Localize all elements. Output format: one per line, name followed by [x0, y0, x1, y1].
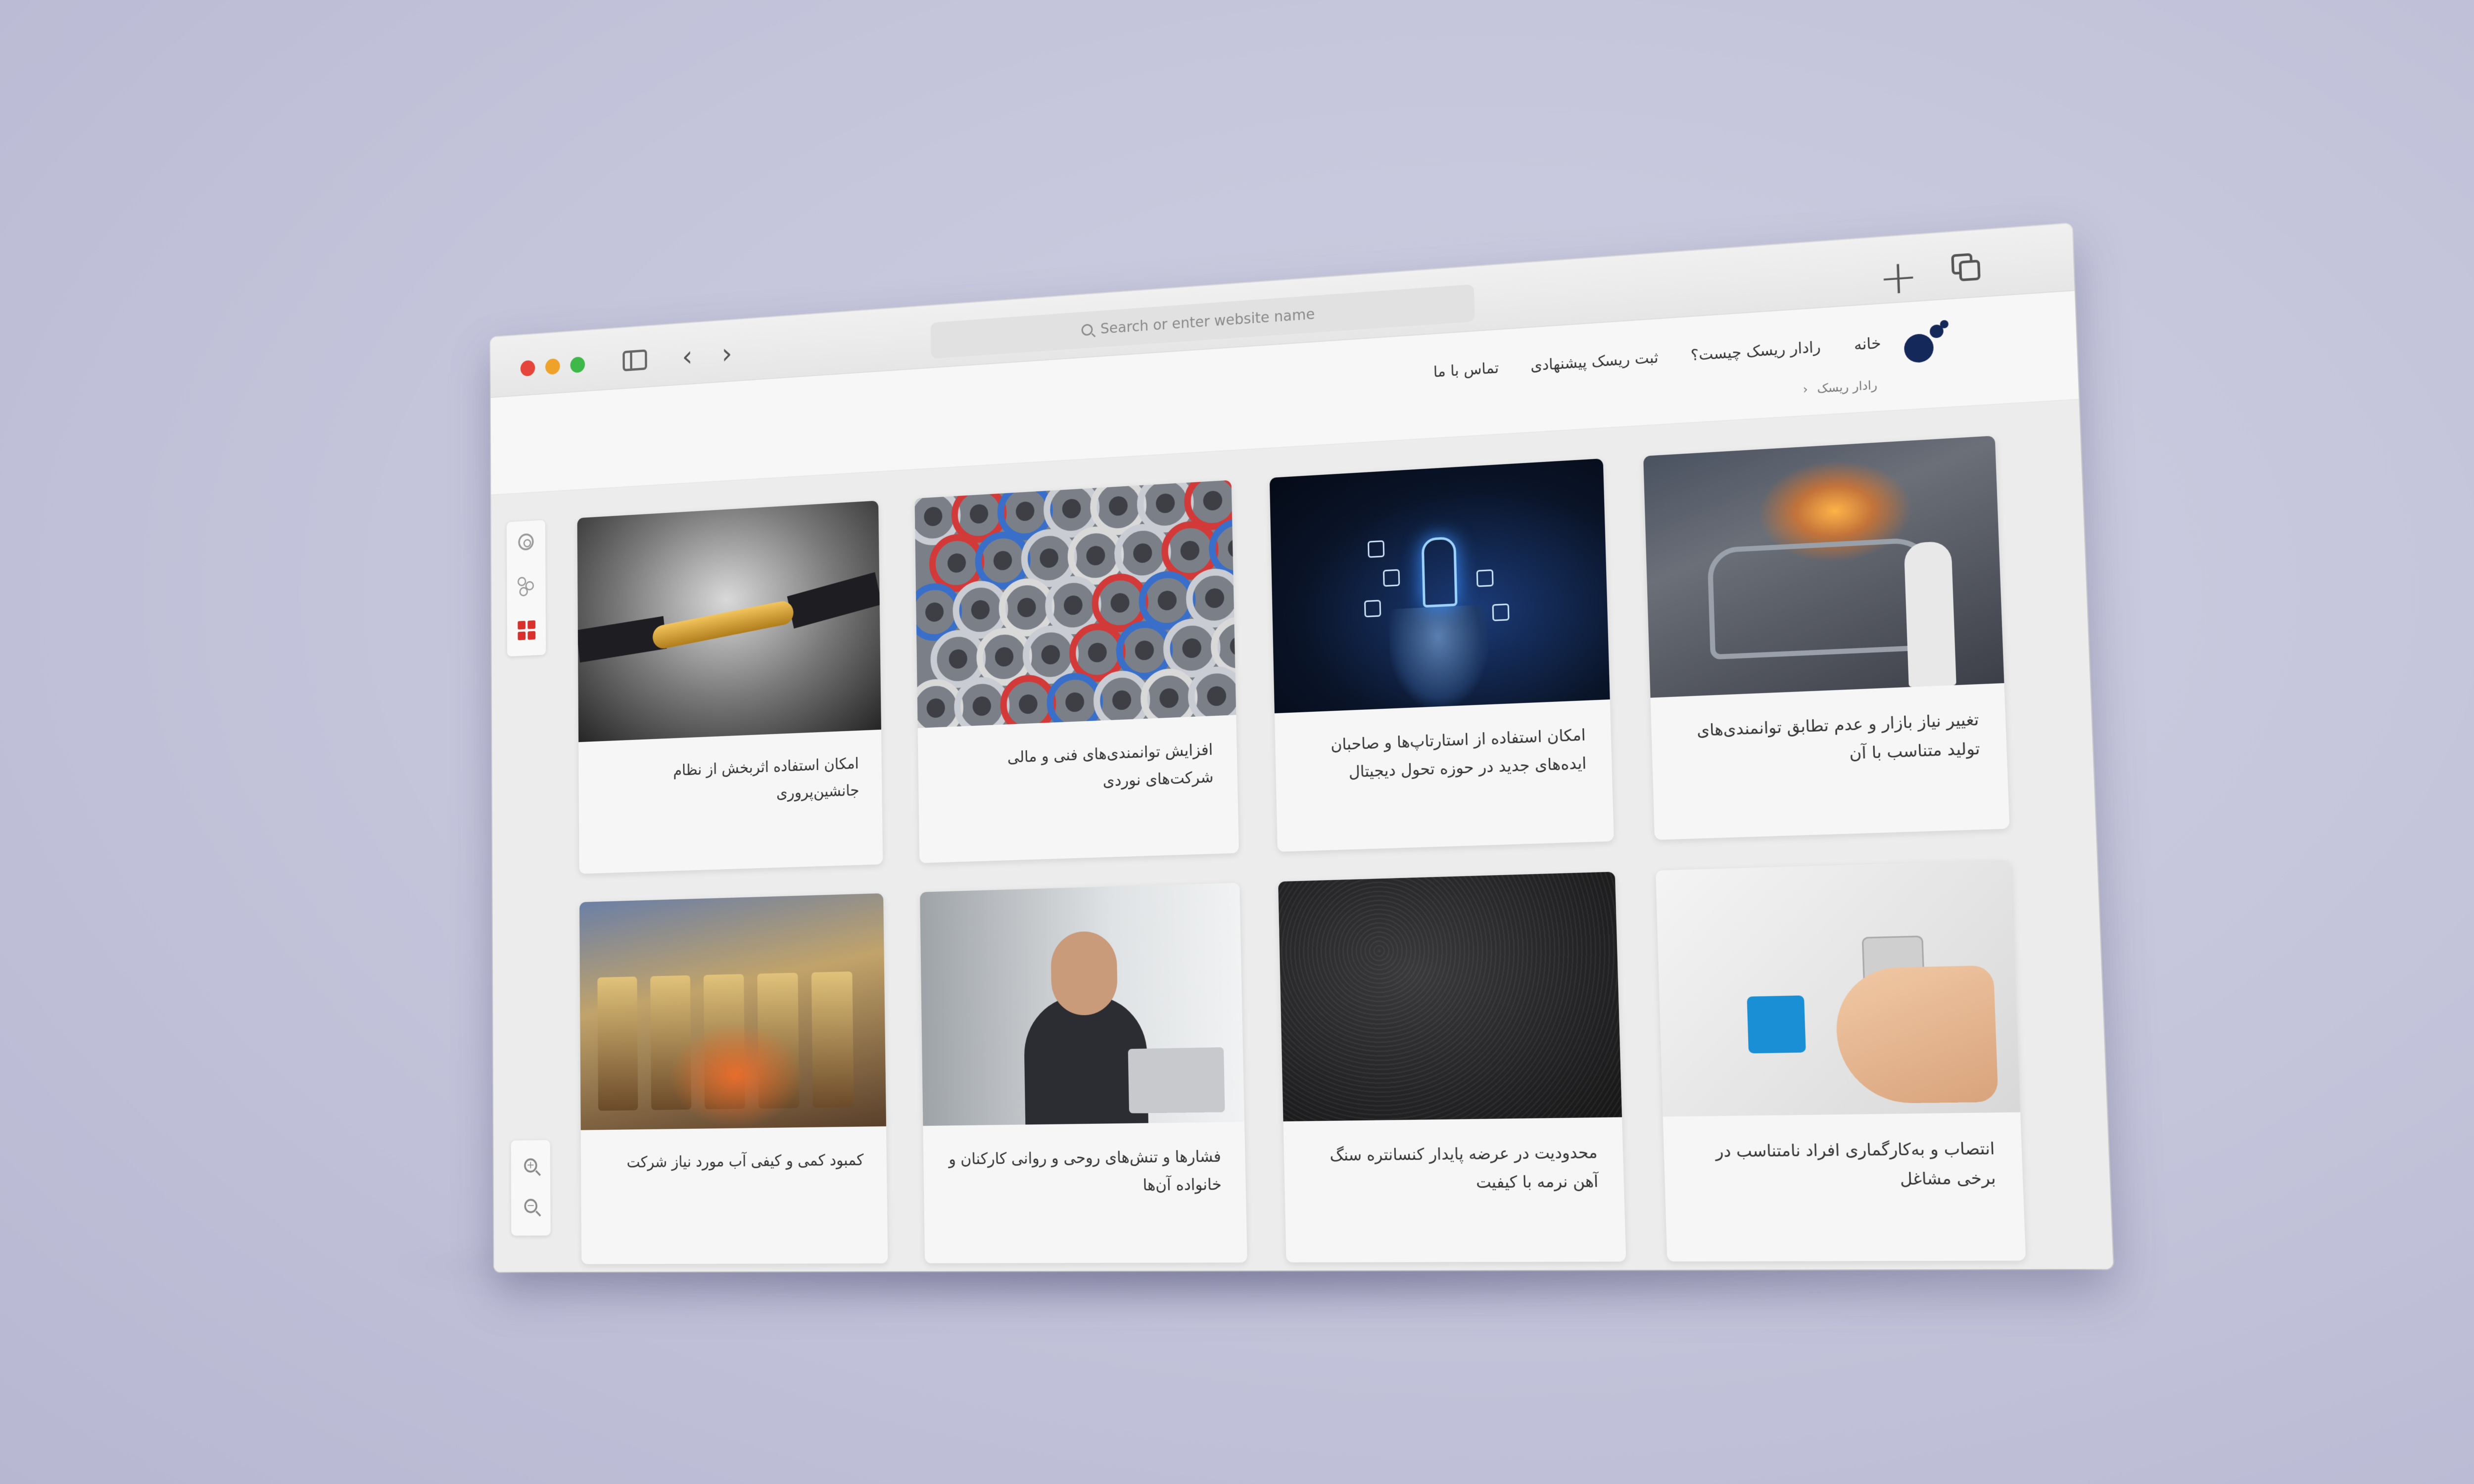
card-caption: کمبود کمی و کیفی آب مورد نیاز شرکت — [626, 1150, 864, 1171]
minimize-window-button[interactable] — [545, 358, 560, 375]
chevron-left-icon: ‹ — [1803, 382, 1808, 397]
breadcrumb: رادار ریسک ‹ — [1803, 378, 1877, 397]
nodes-icon — [517, 576, 535, 597]
mockup-stage: ‹ › Search or enter website name + خانه … — [0, 0, 2474, 1484]
zoom-in-icon: + — [524, 1158, 537, 1173]
risk-card[interactable]: تغییر نیاز بازار و عدم تطابق توانمندی‌ها… — [1643, 435, 2010, 840]
nav-contact[interactable]: تماس با ما — [1433, 360, 1499, 381]
risk-card[interactable]: محدودیت در عرضه پایدار کنسانتره سنگ آهن … — [1278, 872, 1626, 1263]
nav-what-is-radar[interactable]: رادار ریسک چیست؟ — [1690, 338, 1821, 365]
new-tab-plus-icon[interactable]: + — [1878, 250, 1919, 306]
zoom-in-button[interactable]: + — [521, 1155, 541, 1177]
close-window-button[interactable] — [520, 360, 535, 377]
card-caption: امکان استفاده اثربخش از نظام جانشین‌پرور… — [673, 754, 859, 802]
nav-home[interactable]: خانه — [1854, 334, 1881, 354]
zoom-out-icon: − — [524, 1199, 538, 1213]
main-nav: خانه رادار ریسک چیست؟ ثبت ریسک پیشنهادی … — [1433, 334, 1881, 381]
card-image-car-factory — [1643, 435, 2004, 698]
back-arrow-icon[interactable]: ‹ — [672, 340, 703, 373]
risk-card[interactable]: کمبود کمی و کیفی آب مورد نیاز شرکت — [579, 893, 888, 1264]
maximize-window-button[interactable] — [570, 356, 585, 373]
grid-icon — [517, 620, 535, 640]
card-caption: تغییر نیاز بازار و عدم تطابق توانمندی‌ها… — [1696, 709, 1981, 763]
search-icon — [1081, 324, 1093, 336]
view-switcher — [506, 520, 546, 657]
browser-window: ‹ › Search or enter website name + خانه … — [490, 223, 2113, 1272]
card-caption: امکان استفاده از استارتاپ‌ها و صاحبان ای… — [1330, 725, 1587, 782]
risk-card[interactable]: امکان استفاده از استارتاپ‌ها و صاحبان ای… — [1269, 458, 1614, 852]
card-caption: محدودیت در عرضه پایدار کنسانتره سنگ آهن … — [1330, 1142, 1599, 1192]
risk-card[interactable]: افزایش توانمندی‌های فنی و مالی شرکت‌های … — [914, 480, 1239, 863]
card-image-steel-mill — [579, 893, 886, 1130]
network-view-button[interactable] — [516, 574, 537, 598]
tab-overview-icon[interactable] — [1951, 252, 1984, 285]
risk-card[interactable]: امکان استفاده اثربخش از نظام جانشین‌پرور… — [577, 500, 883, 874]
address-placeholder: Search or enter website name — [1100, 305, 1315, 337]
card-caption: انتصاب و به‌کارگماری افراد نامتناسب در ب… — [1715, 1138, 1997, 1189]
card-caption: افزایش توانمندی‌های فنی و مالی شرکت‌های … — [1007, 740, 1214, 790]
card-image-puzzle — [1655, 860, 2021, 1117]
risk-card-grid: تغییر نیاز بازار و عدم تطابق توانمندی‌ها… — [577, 435, 2026, 1264]
risk-card[interactable]: فشارها و تنش‌های روحی و روانی کارکنان و … — [920, 882, 1247, 1263]
grid-view-button[interactable] — [516, 618, 537, 642]
sidebar-toggle-icon[interactable] — [619, 344, 650, 376]
main-content: + − تغییر نیاز بازار و عدم تطابق توانمند… — [491, 400, 2113, 1272]
card-image-stressed-worker — [920, 882, 1245, 1126]
card-caption: فشارها و تنش‌های روحی و روانی کارکنان و … — [949, 1147, 1222, 1195]
card-image-baton-handoff — [577, 500, 881, 742]
forward-arrow-icon[interactable]: › — [712, 337, 743, 371]
card-image-steel-coils — [914, 480, 1237, 728]
card-image-iron-ore — [1278, 872, 1622, 1121]
zoom-controls: + − — [511, 1140, 551, 1236]
risk-card[interactable]: انتصاب و به‌کارگماری افراد نامتناسب در ب… — [1655, 860, 2026, 1262]
breadcrumb-item[interactable]: رادار ریسک — [1817, 378, 1878, 396]
nav-submit-risk[interactable]: ثبت ریسک پیشنهادی — [1530, 349, 1659, 375]
zoom-out-button[interactable]: − — [521, 1195, 541, 1217]
card-image-digital-startup — [1269, 458, 1610, 714]
radar-icon — [518, 533, 534, 551]
site-logo[interactable] — [1901, 320, 1950, 364]
radar-view-button[interactable] — [515, 530, 537, 554]
